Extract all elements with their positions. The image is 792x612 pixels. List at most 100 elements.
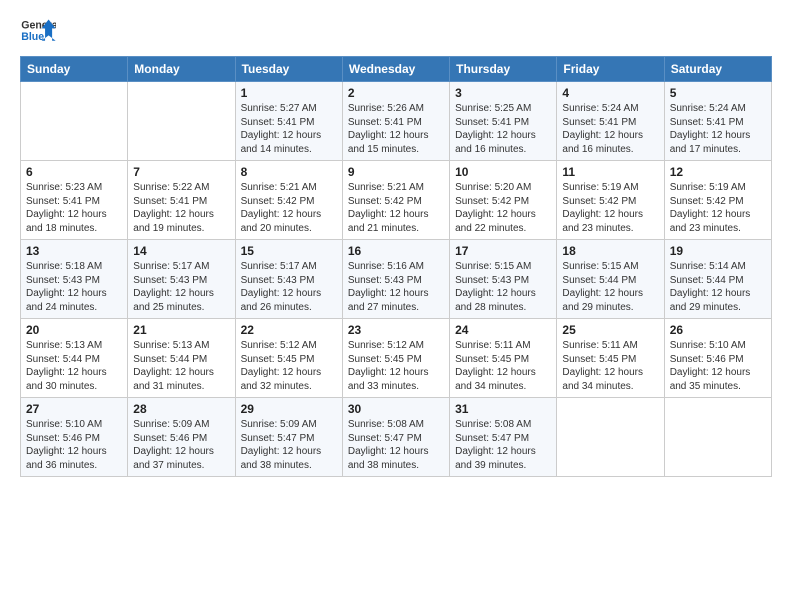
day-number: 20 <box>26 323 122 337</box>
day-info: Sunrise: 5:24 AM Sunset: 5:41 PM Dayligh… <box>670 102 766 156</box>
calendar-cell: 16 Sunrise: 5:16 AM Sunset: 5:43 PM Dayli… <box>342 240 449 319</box>
svg-text:Blue: Blue <box>21 31 44 43</box>
day-info: Sunrise: 5:17 AM Sunset: 5:43 PM Dayligh… <box>133 260 229 314</box>
calendar-cell: 23 Sunrise: 5:12 AM Sunset: 5:45 PM Dayli… <box>342 319 449 398</box>
day-number: 6 <box>26 165 122 179</box>
day-number: 15 <box>241 244 337 258</box>
calendar-cell: 30Sunrise: 5:08 AM Sunset: 5:47 PM Dayli… <box>342 398 449 477</box>
day-info: Sunrise: 5:09 AM Sunset: 5:47 PM Dayligh… <box>241 418 337 472</box>
day-info: Sunrise: 5:12 AM Sunset: 5:45 PM Dayligh… <box>348 339 444 393</box>
calendar-header-wednesday: Wednesday <box>342 57 449 82</box>
calendar-week-row: 20 Sunrise: 5:13 AM Sunset: 5:44 PM Dayli… <box>21 319 772 398</box>
calendar-cell: 24Sunrise: 5:11 AM Sunset: 5:45 PM Dayli… <box>450 319 557 398</box>
day-info: Sunrise: 5:13 AM Sunset: 5:44 PM Dayligh… <box>133 339 229 393</box>
calendar-header-tuesday: Tuesday <box>235 57 342 82</box>
calendar-cell: 31Sunrise: 5:08 AM Sunset: 5:47 PM Dayli… <box>450 398 557 477</box>
day-info: Sunrise: 5:18 AM Sunset: 5:43 PM Dayligh… <box>26 260 122 314</box>
calendar-cell: 18 Sunrise: 5:15 AM Sunset: 5:44 PM Dayli… <box>557 240 664 319</box>
calendar-cell: 21 Sunrise: 5:13 AM Sunset: 5:44 PM Dayli… <box>128 319 235 398</box>
day-number: 26 <box>670 323 766 337</box>
day-info: Sunrise: 5:23 AM Sunset: 5:41 PM Dayligh… <box>26 181 122 235</box>
day-number: 2 <box>348 86 444 100</box>
day-number: 18 <box>562 244 658 258</box>
calendar-cell: 7Sunrise: 5:22 AM Sunset: 5:41 PM Daylig… <box>128 161 235 240</box>
calendar-cell: 4Sunrise: 5:24 AM Sunset: 5:41 PM Daylig… <box>557 82 664 161</box>
day-info: Sunrise: 5:27 AM Sunset: 5:41 PM Dayligh… <box>241 102 337 156</box>
calendar-cell: 29 Sunrise: 5:09 AM Sunset: 5:47 PM Dayli… <box>235 398 342 477</box>
calendar-cell: 17 Sunrise: 5:15 AM Sunset: 5:43 PM Dayli… <box>450 240 557 319</box>
day-number: 10 <box>455 165 551 179</box>
calendar-cell <box>664 398 771 477</box>
calendar-header-monday: Monday <box>128 57 235 82</box>
day-info: Sunrise: 5:21 AM Sunset: 5:42 PM Dayligh… <box>348 181 444 235</box>
calendar-cell: 9 Sunrise: 5:21 AM Sunset: 5:42 PM Daylig… <box>342 161 449 240</box>
day-info: Sunrise: 5:15 AM Sunset: 5:43 PM Dayligh… <box>455 260 551 314</box>
logo: General Blue <box>20 16 56 46</box>
day-info: Sunrise: 5:21 AM Sunset: 5:42 PM Dayligh… <box>241 181 337 235</box>
calendar-cell: 5 Sunrise: 5:24 AM Sunset: 5:41 PM Daylig… <box>664 82 771 161</box>
calendar-cell: 14 Sunrise: 5:17 AM Sunset: 5:43 PM Dayli… <box>128 240 235 319</box>
calendar-cell: 6 Sunrise: 5:23 AM Sunset: 5:41 PM Daylig… <box>21 161 128 240</box>
day-number: 31 <box>455 402 551 416</box>
day-number: 7 <box>133 165 229 179</box>
calendar-cell: 3 Sunrise: 5:25 AM Sunset: 5:41 PM Daylig… <box>450 82 557 161</box>
calendar-cell: 20 Sunrise: 5:13 AM Sunset: 5:44 PM Dayli… <box>21 319 128 398</box>
day-number: 16 <box>348 244 444 258</box>
day-info: Sunrise: 5:11 AM Sunset: 5:45 PM Dayligh… <box>562 339 658 393</box>
day-number: 13 <box>26 244 122 258</box>
day-number: 23 <box>348 323 444 337</box>
day-number: 5 <box>670 86 766 100</box>
day-info: Sunrise: 5:19 AM Sunset: 5:42 PM Dayligh… <box>562 181 658 235</box>
calendar-cell: 19 Sunrise: 5:14 AM Sunset: 5:44 PM Dayli… <box>664 240 771 319</box>
day-info: Sunrise: 5:20 AM Sunset: 5:42 PM Dayligh… <box>455 181 551 235</box>
day-info: Sunrise: 5:11 AM Sunset: 5:45 PM Dayligh… <box>455 339 551 393</box>
day-number: 12 <box>670 165 766 179</box>
calendar-cell <box>128 82 235 161</box>
day-number: 25 <box>562 323 658 337</box>
day-info: Sunrise: 5:17 AM Sunset: 5:43 PM Dayligh… <box>241 260 337 314</box>
calendar-cell: 8 Sunrise: 5:21 AM Sunset: 5:42 PM Daylig… <box>235 161 342 240</box>
day-number: 27 <box>26 402 122 416</box>
calendar-cell: 15 Sunrise: 5:17 AM Sunset: 5:43 PM Dayli… <box>235 240 342 319</box>
day-number: 1 <box>241 86 337 100</box>
day-info: Sunrise: 5:14 AM Sunset: 5:44 PM Dayligh… <box>670 260 766 314</box>
calendar-cell: 22Sunrise: 5:12 AM Sunset: 5:45 PM Dayli… <box>235 319 342 398</box>
day-number: 4 <box>562 86 658 100</box>
day-number: 8 <box>241 165 337 179</box>
day-info: Sunrise: 5:25 AM Sunset: 5:41 PM Dayligh… <box>455 102 551 156</box>
day-info: Sunrise: 5:10 AM Sunset: 5:46 PM Dayligh… <box>670 339 766 393</box>
day-info: Sunrise: 5:13 AM Sunset: 5:44 PM Dayligh… <box>26 339 122 393</box>
day-number: 22 <box>241 323 337 337</box>
day-info: Sunrise: 5:26 AM Sunset: 5:41 PM Dayligh… <box>348 102 444 156</box>
calendar-header-thursday: Thursday <box>450 57 557 82</box>
day-info: Sunrise: 5:19 AM Sunset: 5:42 PM Dayligh… <box>670 181 766 235</box>
calendar-cell <box>21 82 128 161</box>
page: General Blue SundayMondayTuesdayWednesda… <box>0 0 792 612</box>
day-number: 17 <box>455 244 551 258</box>
day-number: 11 <box>562 165 658 179</box>
calendar-header-row: SundayMondayTuesdayWednesdayThursdayFrid… <box>21 57 772 82</box>
day-info: Sunrise: 5:15 AM Sunset: 5:44 PM Dayligh… <box>562 260 658 314</box>
calendar-cell: 2 Sunrise: 5:26 AM Sunset: 5:41 PM Daylig… <box>342 82 449 161</box>
calendar-cell: 12 Sunrise: 5:19 AM Sunset: 5:42 PM Dayli… <box>664 161 771 240</box>
day-number: 19 <box>670 244 766 258</box>
day-number: 3 <box>455 86 551 100</box>
logo-icon: General Blue <box>20 16 56 46</box>
calendar-header-friday: Friday <box>557 57 664 82</box>
calendar-cell: 13 Sunrise: 5:18 AM Sunset: 5:43 PM Dayli… <box>21 240 128 319</box>
day-info: Sunrise: 5:10 AM Sunset: 5:46 PM Dayligh… <box>26 418 122 472</box>
day-number: 29 <box>241 402 337 416</box>
calendar-header-sunday: Sunday <box>21 57 128 82</box>
day-number: 14 <box>133 244 229 258</box>
day-info: Sunrise: 5:16 AM Sunset: 5:43 PM Dayligh… <box>348 260 444 314</box>
day-number: 21 <box>133 323 229 337</box>
day-number: 9 <box>348 165 444 179</box>
calendar-cell: 11 Sunrise: 5:19 AM Sunset: 5:42 PM Dayli… <box>557 161 664 240</box>
header: General Blue <box>20 16 772 46</box>
calendar-cell: 1 Sunrise: 5:27 AM Sunset: 5:41 PM Daylig… <box>235 82 342 161</box>
day-number: 28 <box>133 402 229 416</box>
calendar-cell: 27 Sunrise: 5:10 AM Sunset: 5:46 PM Dayli… <box>21 398 128 477</box>
day-info: Sunrise: 5:08 AM Sunset: 5:47 PM Dayligh… <box>348 418 444 472</box>
day-info: Sunrise: 5:09 AM Sunset: 5:46 PM Dayligh… <box>133 418 229 472</box>
calendar-header-saturday: Saturday <box>664 57 771 82</box>
